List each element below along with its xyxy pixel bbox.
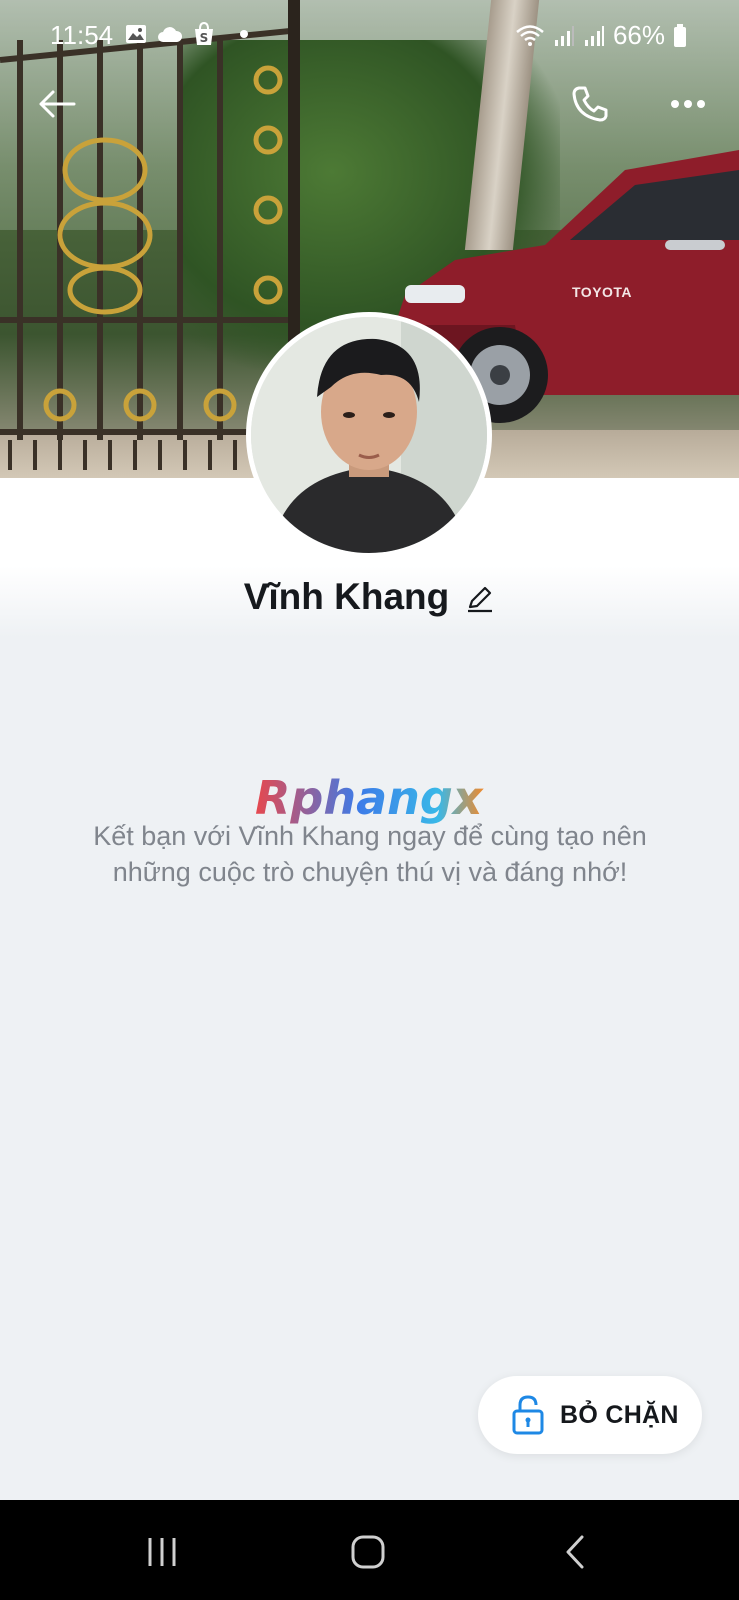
recents-icon: [148, 1538, 176, 1566]
battery-percent: 66%: [612, 20, 665, 50]
more-options-button[interactable]: [666, 84, 710, 124]
wifi-icon: [516, 24, 544, 46]
back-button[interactable]: [35, 84, 79, 124]
avatar[interactable]: [246, 312, 492, 558]
system-navigation-bar: [0, 1500, 739, 1600]
unblock-button[interactable]: BỎ CHẶN: [478, 1376, 702, 1454]
edit-name-button[interactable]: [465, 584, 495, 614]
dot-icon: [240, 30, 248, 38]
status-system-icons: 66%: [515, 20, 687, 51]
system-back-button[interactable]: [545, 1530, 605, 1574]
svg-text:S: S: [200, 31, 209, 45]
call-button[interactable]: [568, 84, 612, 124]
profile-name-row: Vĩnh Khang: [0, 576, 739, 618]
avatar-photo: [251, 317, 487, 553]
watermark-text: Rphangx: [255, 771, 484, 825]
add-friend-message: Kết bạn với Vĩnh Khang ngay để cùng tạo …: [93, 821, 647, 887]
status-time: 11:54: [50, 20, 114, 50]
recents-button[interactable]: [132, 1530, 192, 1574]
unlock-icon: [512, 1395, 544, 1435]
car-brand-text: TOYOTA: [572, 284, 633, 300]
pencil-icon: [468, 586, 493, 613]
unblock-label: BỎ CHẶN: [560, 1400, 679, 1429]
back-arrow-icon: [39, 90, 76, 118]
nav-back-icon: [566, 1535, 584, 1569]
battery-icon: [674, 23, 686, 47]
signal-icon: [554, 25, 574, 46]
more-dots-icon: [671, 100, 705, 108]
gallery-icon: [126, 25, 146, 43]
home-icon: [351, 1535, 385, 1569]
cloud-icon: [158, 27, 183, 42]
shopee-icon: S: [195, 22, 213, 45]
phone-icon: [572, 86, 608, 122]
home-button[interactable]: [338, 1530, 398, 1574]
profile-name: Vĩnh Khang: [243, 576, 450, 617]
status-bar: 11:54 S 66%: [0, 0, 739, 72]
signal-icon: [584, 25, 604, 46]
status-notification-icons: S: [125, 22, 249, 46]
